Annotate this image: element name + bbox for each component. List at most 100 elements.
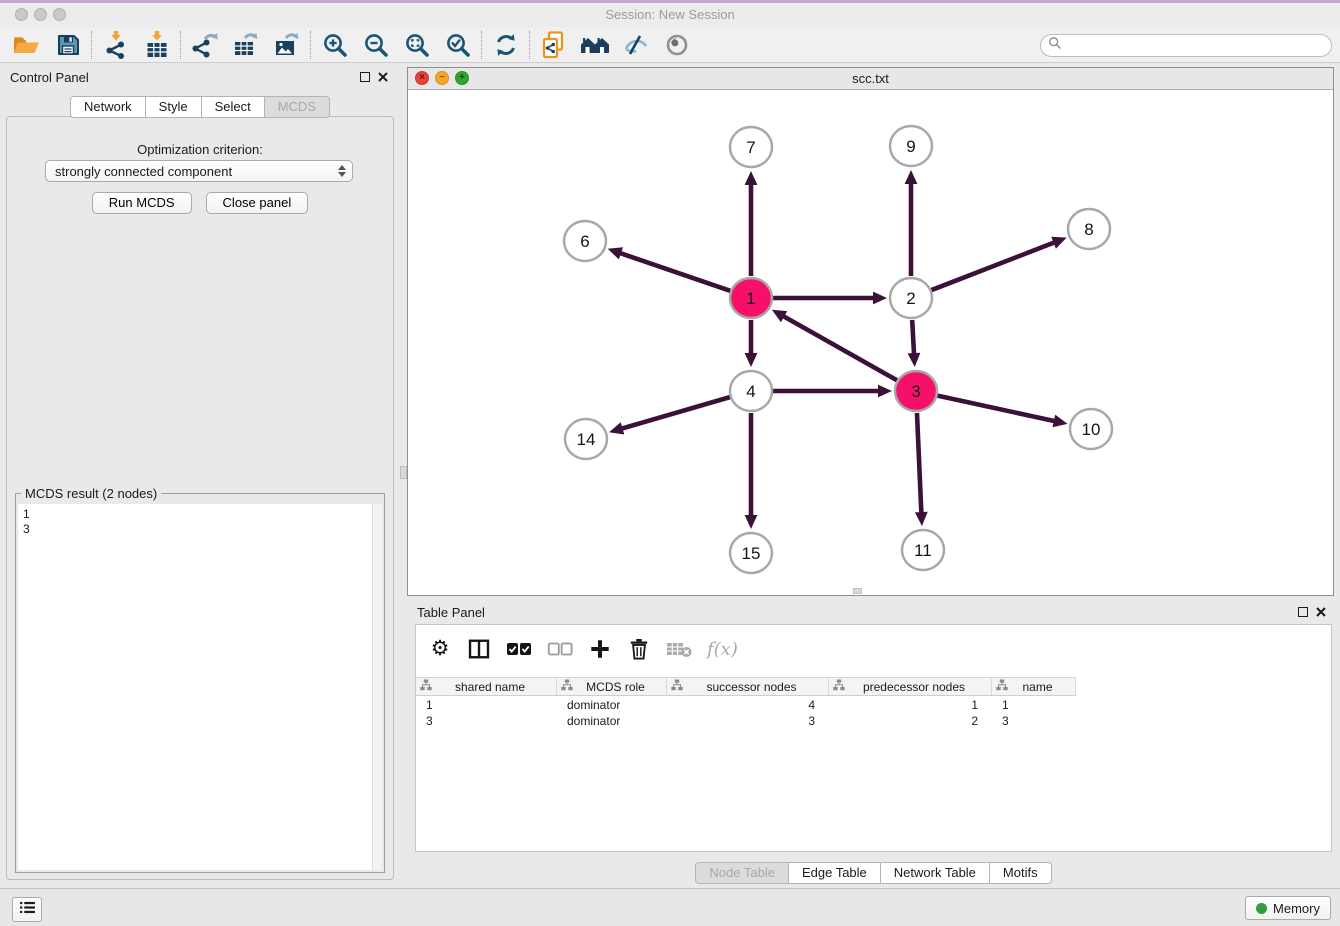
divider-grip[interactable] xyxy=(400,466,407,479)
export-network-icon[interactable] xyxy=(184,29,225,60)
search-box[interactable] xyxy=(1040,34,1332,57)
graph-edge-1-6[interactable] xyxy=(608,247,730,291)
settings-gear-icon[interactable]: ⚙ xyxy=(428,636,452,662)
zoom-selected-icon[interactable] xyxy=(437,29,478,60)
table-cell[interactable]: 3 xyxy=(992,713,1076,729)
graph-node-7[interactable]: 7 xyxy=(730,127,772,167)
graph-node-3[interactable]: 3 xyxy=(895,371,937,411)
table-cell[interactable]: 3 xyxy=(667,713,829,729)
table-cell[interactable]: 2 xyxy=(829,713,992,729)
network-home-icon[interactable] xyxy=(574,29,615,60)
table-cell[interactable]: 1 xyxy=(829,697,992,713)
add-row-icon[interactable] xyxy=(588,636,612,662)
export-table-icon[interactable] xyxy=(225,29,266,60)
main-toolbar xyxy=(0,27,1340,63)
select-all-icon[interactable] xyxy=(506,636,532,662)
clone-network-icon[interactable] xyxy=(533,29,574,60)
table-cell[interactable]: dominator xyxy=(557,697,667,713)
graph-edge-4-3[interactable] xyxy=(773,385,892,398)
close-panel-button[interactable]: Close panel xyxy=(206,192,309,214)
network-splitter-grip[interactable] xyxy=(853,588,862,594)
graph-node-8[interactable]: 8 xyxy=(1068,209,1110,249)
table-cell[interactable]: 3 xyxy=(416,713,557,729)
zoom-fit-icon[interactable] xyxy=(396,29,437,60)
table-row[interactable]: 3dominator323 xyxy=(416,713,1076,729)
svg-text:11: 11 xyxy=(914,541,932,560)
mcds-result-area[interactable]: 13 xyxy=(18,504,382,870)
criterion-select[interactable]: strongly connected component xyxy=(45,160,353,182)
graph-node-10[interactable]: 10 xyxy=(1070,409,1112,449)
graph-edge-3-10[interactable] xyxy=(937,396,1067,428)
close-table-panel-icon[interactable] xyxy=(1316,607,1326,617)
tab-network[interactable]: Network xyxy=(70,96,146,118)
column-header-name[interactable]: name xyxy=(992,678,1076,695)
memory-button[interactable]: Memory xyxy=(1245,896,1331,920)
save-icon[interactable] xyxy=(47,29,88,60)
graph-node-2[interactable]: 2 xyxy=(890,278,932,318)
graph-edge-1-4[interactable] xyxy=(745,320,758,367)
delete-row-icon[interactable] xyxy=(627,636,651,662)
zoom-out-icon[interactable] xyxy=(355,29,396,60)
tab-style[interactable]: Style xyxy=(146,96,202,118)
show-panels-button[interactable] xyxy=(12,897,42,922)
open-icon[interactable] xyxy=(6,29,47,60)
result-line: 3 xyxy=(18,522,382,537)
graph-node-4[interactable]: 4 xyxy=(730,371,772,411)
column-header-predecessor-nodes[interactable]: predecessor nodes xyxy=(829,678,992,695)
hide-details-icon[interactable] xyxy=(615,29,656,60)
graph-node-6[interactable]: 6 xyxy=(564,221,606,261)
graph-node-15[interactable]: 15 xyxy=(730,533,772,573)
memory-label: Memory xyxy=(1273,901,1320,916)
tab-mcds[interactable]: MCDS xyxy=(265,96,330,118)
table-cell[interactable]: 4 xyxy=(667,697,829,713)
graph-node-11[interactable]: 11 xyxy=(902,530,944,570)
graph-edge-1-7[interactable] xyxy=(745,171,758,276)
graph-node-1[interactable]: 1 xyxy=(730,278,772,318)
graph-edge-4-14[interactable] xyxy=(609,397,730,434)
result-scrollbar[interactable] xyxy=(372,504,382,870)
tab-motifs[interactable]: Motifs xyxy=(990,862,1052,884)
close-panel-icon[interactable] xyxy=(378,72,388,82)
tab-select[interactable]: Select xyxy=(202,96,265,118)
graph-edge-4-15[interactable] xyxy=(745,413,758,529)
panel-divider[interactable] xyxy=(400,63,407,888)
table-row[interactable]: 1dominator411 xyxy=(416,697,1076,713)
zoom-in-icon[interactable] xyxy=(314,29,355,60)
deselect-all-icon[interactable] xyxy=(547,636,573,662)
table-cell[interactable]: 1 xyxy=(992,697,1076,713)
graph-edge-1-2[interactable] xyxy=(773,292,887,305)
import-network-icon[interactable] xyxy=(95,29,136,60)
show-details-icon[interactable] xyxy=(656,29,697,60)
column-label: shared name xyxy=(432,680,556,694)
graph-edge-2-8[interactable] xyxy=(932,237,1067,290)
network-canvas[interactable]: 1 2 3 4 6 7 8 9 10 11 14 15 xyxy=(408,89,1333,595)
window-title: Session: New Session xyxy=(0,7,1340,22)
graph-node-14[interactable]: 14 xyxy=(565,419,607,459)
tab-node-table[interactable]: Node Table xyxy=(695,862,789,884)
graph-node-9[interactable]: 9 xyxy=(890,126,932,166)
column-header-successor-nodes[interactable]: successor nodes xyxy=(667,678,829,695)
search-input[interactable] xyxy=(1066,36,1331,56)
column-header-mcds-role[interactable]: MCDS role xyxy=(557,678,667,695)
float-panel-icon[interactable] xyxy=(360,72,370,82)
table-cell[interactable]: 1 xyxy=(416,697,557,713)
float-table-panel-icon[interactable] xyxy=(1298,607,1308,617)
tab-edge-table[interactable]: Edge Table xyxy=(789,862,881,884)
graph-edge-2-9[interactable] xyxy=(905,170,918,276)
graph-edge-3-11[interactable] xyxy=(915,413,928,526)
graph-edge-2-3[interactable] xyxy=(908,320,921,367)
titlebar: Session: New Session xyxy=(0,3,1340,27)
export-image-icon[interactable] xyxy=(266,29,307,60)
layout-refresh-icon[interactable] xyxy=(485,29,526,60)
network-window-titlebar[interactable]: × − + scc.txt xyxy=(408,68,1333,90)
header-tree-icon xyxy=(996,679,1008,694)
import-table-icon[interactable] xyxy=(136,29,177,60)
run-mcds-button[interactable]: Run MCDS xyxy=(92,192,192,214)
tab-network-table[interactable]: Network Table xyxy=(881,862,990,884)
column-layout-icon[interactable] xyxy=(467,636,491,662)
optimization-criterion-label: Optimization criterion: xyxy=(7,142,393,157)
graph-edge-3-1[interactable] xyxy=(772,310,897,380)
column-header-shared-name[interactable]: shared name xyxy=(416,678,557,695)
table-cell[interactable]: dominator xyxy=(557,713,667,729)
search-icon xyxy=(1048,36,1062,55)
